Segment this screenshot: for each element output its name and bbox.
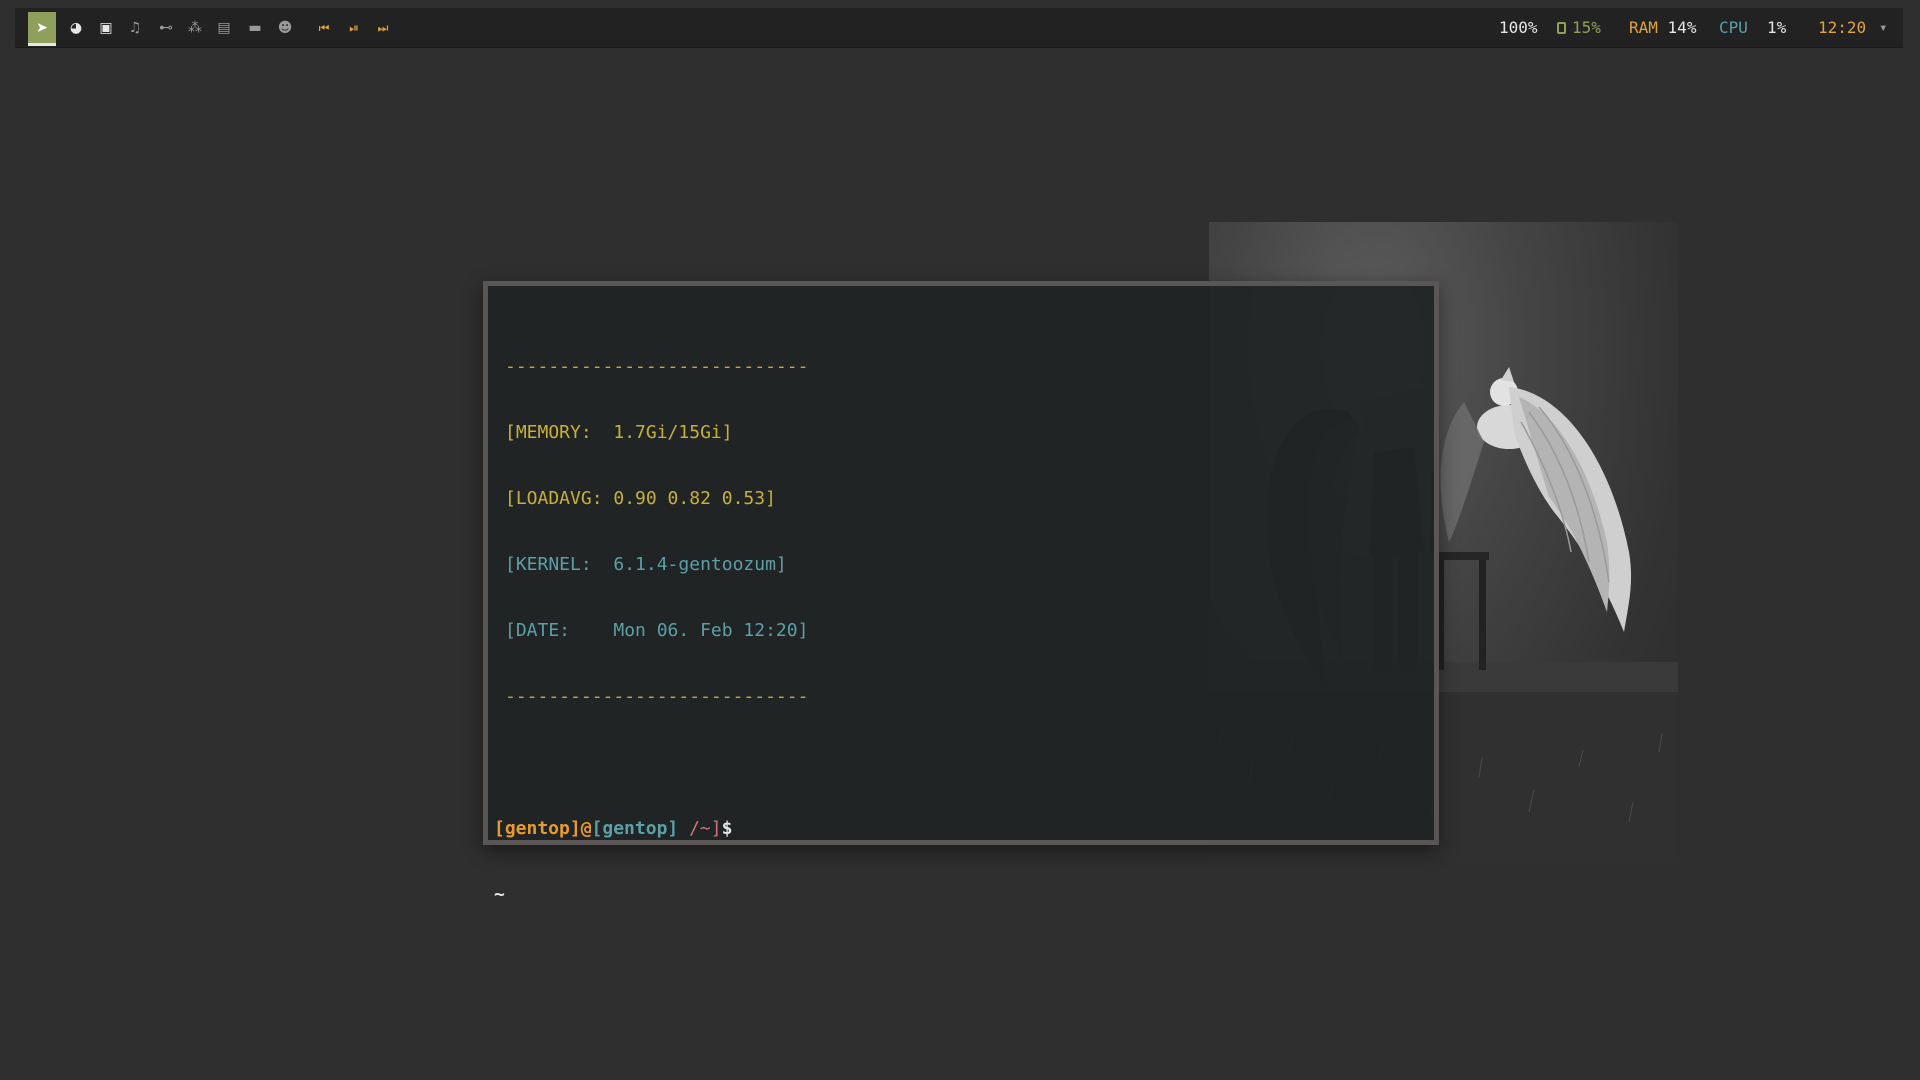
- workspace-tag-firefox[interactable]: ◕: [62, 12, 90, 44]
- terminal-window[interactable]: ---------------------------- [MEMORY: 1.…: [483, 281, 1439, 905]
- play-pause-icon: ⏯: [349, 20, 359, 35]
- alien-icon: ☻: [277, 20, 293, 36]
- workspace-tag-music[interactable]: ♫: [121, 12, 149, 44]
- tray-menu-button[interactable]: ▾: [1879, 8, 1887, 48]
- volume-indicator[interactable]: 100%: [1499, 8, 1538, 48]
- cpu-label: CPU: [1719, 18, 1748, 37]
- sysinfo-divider-top: ----------------------------: [505, 356, 809, 377]
- firefox-icon: ◕: [69, 20, 83, 36]
- media-next-button[interactable]: ⏭: [371, 12, 395, 44]
- sysinfo-divider-bottom: ----------------------------: [505, 686, 809, 707]
- prompt-symbol: $: [721, 818, 733, 839]
- shell-prompt[interactable]: [gentop]@[gentop] /~]$: [494, 818, 808, 840]
- gamepad-icon: ⊷: [159, 20, 173, 36]
- workspace-tag-documents[interactable]: ▤: [210, 12, 238, 44]
- prompt-path: /~]: [678, 818, 722, 839]
- clock[interactable]: 12:20: [1818, 8, 1866, 48]
- music-icon: ♫: [128, 20, 142, 36]
- disk-icon: [1557, 22, 1566, 34]
- media-prev-button[interactable]: ⏮: [312, 12, 336, 44]
- ram-label: RAM: [1629, 18, 1658, 37]
- workspace-tag-alien[interactable]: ☻: [271, 12, 299, 44]
- storage-indicator[interactable]: 15%: [1557, 8, 1601, 48]
- top-bar: ➤ ◕ ▣ ♫ ⊷ ⁂ ▤ ▬ ☻ ⏮ ⏯ ⏭ 100% 15% RAM 14%…: [15, 8, 1903, 48]
- workspace-tag-terminal[interactable]: ➤: [28, 12, 56, 46]
- media-play-pause-button[interactable]: ⏯: [342, 12, 366, 44]
- discord-icon: ▣: [99, 20, 113, 36]
- workspace-tag-network[interactable]: ⁂: [181, 12, 209, 44]
- chevron-down-icon: ▾: [1879, 20, 1888, 36]
- prompt-tilde: ~: [494, 884, 505, 905]
- storage-value: 15%: [1572, 18, 1601, 37]
- skip-forward-icon: ⏭: [377, 20, 389, 35]
- workspace-tag-files[interactable]: ▬: [241, 12, 269, 44]
- sysinfo-memory: [MEMORY: 1.7Gi/15Gi]: [505, 422, 733, 443]
- ram-value: 14%: [1667, 18, 1697, 37]
- skip-back-icon: ⏮: [318, 20, 330, 35]
- terminal-icon: ➤: [36, 20, 48, 36]
- terminal-output: ---------------------------- [MEMORY: 1.…: [494, 312, 808, 950]
- workspace-tag-games[interactable]: ⊷: [152, 12, 180, 44]
- workspace-tag-discord[interactable]: ▣: [92, 12, 120, 44]
- network-icon: ⁂: [188, 20, 202, 36]
- sysinfo-loadavg: [LOADAVG: 0.90 0.82 0.53]: [505, 488, 776, 509]
- cpu-value: 1%: [1767, 18, 1787, 37]
- sysinfo-date: [DATE: Mon 06. Feb 12:20]: [505, 620, 809, 641]
- folder-icon: ▬: [248, 20, 262, 36]
- sysinfo-kernel: [KERNEL: 6.1.4-gentoozum]: [505, 554, 787, 575]
- document-icon: ▤: [217, 20, 231, 36]
- prompt-at: @: [580, 818, 592, 839]
- ram-indicator[interactable]: RAM 14%: [1629, 8, 1696, 48]
- prompt-host: [gentop]: [591, 818, 679, 839]
- prompt-user: [gentop]: [494, 818, 581, 839]
